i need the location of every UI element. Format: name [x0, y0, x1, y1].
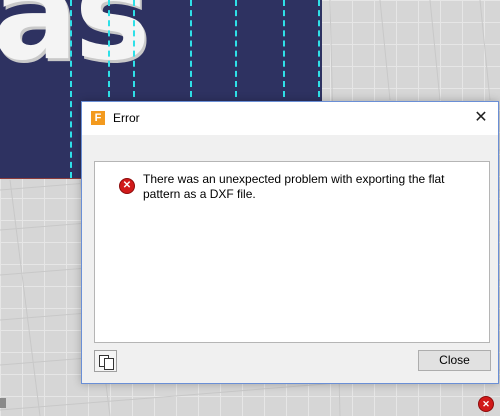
message-panel: ✕ There was an unexpected problem with e…	[94, 161, 490, 343]
fusion-app-icon: F	[91, 111, 105, 125]
error-dialog: F Error ✕ ✕ There was an unexpected prob…	[81, 101, 499, 384]
close-icon[interactable]: ✕	[464, 102, 498, 135]
copy-to-clipboard-icon	[104, 358, 114, 370]
dialog-title: Error	[113, 111, 140, 125]
copy-details-button[interactable]	[94, 350, 117, 372]
close-button[interactable]: Close	[418, 350, 491, 371]
error-icon: ✕	[119, 178, 135, 194]
part-lettering: as	[0, 0, 151, 89]
error-indicator-icon[interactable]: ✕	[478, 396, 494, 412]
error-message: There was an unexpected problem with exp…	[143, 172, 445, 201]
bend-line	[70, 0, 72, 178]
view-marker	[0, 398, 6, 408]
dialog-titlebar[interactable]: F Error ✕	[82, 102, 498, 135]
